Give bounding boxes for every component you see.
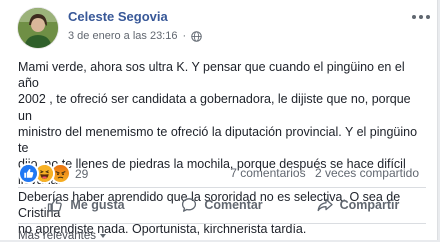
post-header: Celeste Segovia 3 de enero a las 23:16 · [12,6,432,54]
post-card: Celeste Segovia 3 de enero a las 23:16 ·… [0,0,438,242]
reaction-count[interactable]: 29 [75,167,88,181]
meta-separator: · [182,30,187,42]
post-date[interactable]: 3 de enero a las 23:16 [68,30,177,42]
author-name[interactable]: Celeste Segovia [68,9,168,24]
divider [18,187,426,188]
comment-count[interactable]: 7 comentarios [230,166,305,180]
post-meta: 3 de enero a las 23:16 · [68,30,202,42]
avatar[interactable] [18,8,58,48]
like-icon [18,163,39,184]
post-stats: 29 7 comentarios 2 veces compartido [18,162,423,184]
thumbs-up-icon [48,198,63,212]
reactions-summary[interactable]: 29 [18,163,88,184]
comment-label: Comentar [204,198,263,212]
comment-sort-label: Más relevantes [18,230,96,242]
comment-button[interactable]: Comentar [154,192,290,218]
action-bar: Me gusta Comentar Compartir [18,192,426,218]
globe-icon[interactable] [191,30,202,42]
share-button[interactable]: Compartir [290,192,426,218]
speech-bubble-icon [182,198,197,212]
share-count[interactable]: 2 veces compartido [315,166,419,180]
more-options-icon[interactable] [412,10,430,24]
comment-sort-dropdown[interactable]: Más relevantes [18,230,106,242]
divider [18,223,426,224]
share-arrow-icon [317,198,333,212]
like-label: Me gusta [70,198,125,212]
share-label: Compartir [339,198,400,212]
caret-down-icon [99,234,106,238]
engagement-counts: 7 comentarios 2 veces compartido [224,166,419,180]
like-button[interactable]: Me gusta [18,192,154,218]
